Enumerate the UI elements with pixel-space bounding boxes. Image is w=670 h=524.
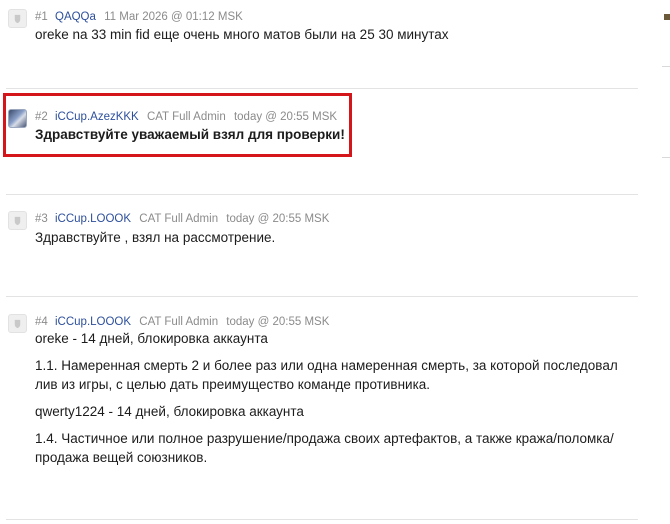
side-panel-divider bbox=[662, 157, 670, 158]
post-author-link[interactable]: QAQQa bbox=[55, 11, 96, 23]
post-body: oreke - 14 дней, блокировка аккаунта 1.1… bbox=[35, 329, 635, 475]
post-paragraph: 1.1. Намеренная смерть 2 и более раз или… bbox=[35, 358, 618, 392]
post-paragraph: qwerty1224 - 14 дней, блокировка аккаунт… bbox=[35, 404, 304, 419]
post-separator bbox=[6, 88, 638, 89]
default-avatar-icon[interactable] bbox=[8, 314, 27, 333]
post-date[interactable]: today @ 20:55 MSK bbox=[226, 316, 329, 328]
user-role-label: CAT Full Admin bbox=[139, 213, 219, 225]
post-paragraph: oreke - 14 дней, блокировка аккаунта bbox=[35, 331, 268, 346]
post-date[interactable]: 11 Mar 2026 @ 01:12 MSK bbox=[104, 11, 243, 23]
post-author-link[interactable]: iCCup.LOOOK bbox=[55, 316, 131, 328]
post-paragraph: 1.4. Частичное или полное разрушение/про… bbox=[35, 431, 614, 465]
post-meta: #1 QAQQa 11 Mar 2026 @ 01:12 MSK bbox=[35, 10, 243, 24]
post-separator bbox=[6, 519, 638, 520]
post-number[interactable]: #1 bbox=[35, 11, 48, 23]
post-number[interactable]: #3 bbox=[35, 213, 48, 225]
post-body: oreke na 33 min fid еще очень много мато… bbox=[35, 25, 635, 52]
post-number[interactable]: #4 bbox=[35, 316, 48, 328]
post-meta: #4 iCCup.LOOOK CAT Full Admin today @ 20… bbox=[35, 315, 329, 329]
highlight-box bbox=[3, 93, 352, 157]
post-separator bbox=[6, 296, 638, 297]
post-date[interactable]: today @ 20:55 MSK bbox=[226, 213, 329, 225]
side-panel-divider bbox=[662, 66, 670, 67]
post-paragraph: Здравствуйте , взял на рассмотрение. bbox=[35, 230, 276, 245]
default-avatar-icon[interactable] bbox=[8, 211, 27, 230]
default-avatar-icon[interactable] bbox=[8, 9, 27, 28]
user-role-label: CAT Full Admin bbox=[139, 316, 219, 328]
post-paragraph: oreke na 33 min fid еще очень много мато… bbox=[35, 27, 449, 42]
post-author-link[interactable]: iCCup.LOOOK bbox=[55, 213, 131, 225]
side-panel-icon bbox=[664, 14, 670, 20]
post-separator bbox=[6, 194, 638, 195]
post-body: Здравствуйте , взял на рассмотрение. bbox=[35, 228, 635, 255]
post-meta: #3 iCCup.LOOOK CAT Full Admin today @ 20… bbox=[35, 212, 329, 226]
